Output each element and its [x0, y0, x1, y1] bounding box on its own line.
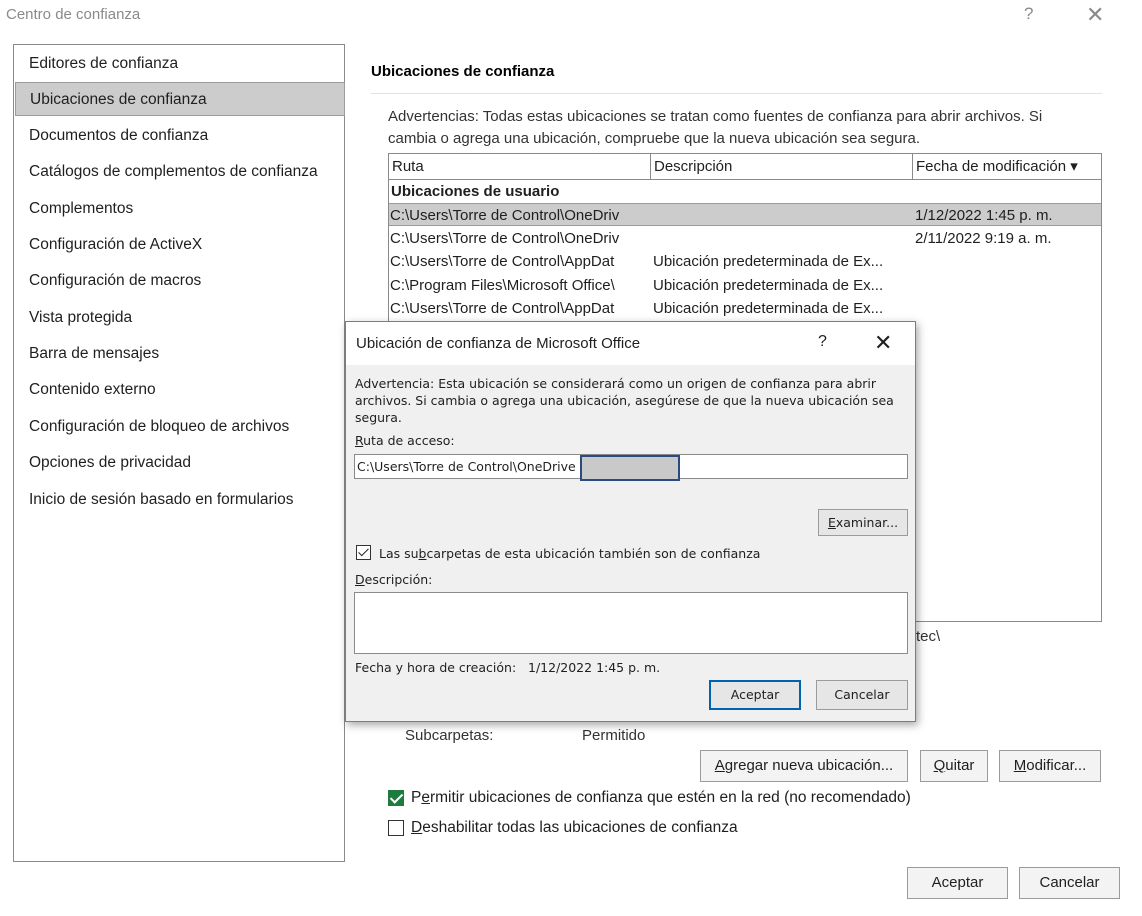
dialog-ok-button[interactable]: Aceptar: [709, 680, 801, 710]
help-icon[interactable]: ?: [1024, 4, 1033, 24]
modify-button[interactable]: Modificar...: [999, 750, 1101, 782]
group-label: Ubicaciones de usuario: [391, 183, 560, 200]
trusted-location-dialog: Ubicación de confianza de Microsoft Offi…: [345, 321, 916, 722]
sort-arrow-icon: ▾: [1070, 158, 1078, 175]
section-title: Ubicaciones de confianza: [371, 63, 555, 80]
dialog-cancel-button[interactable]: Cancelar: [816, 680, 908, 710]
sidebar-item-privacy[interactable]: Opciones de privacidad: [15, 446, 345, 480]
table-row[interactable]: C:\Users\Torre de Control\AppDat Ubicaci…: [389, 297, 1101, 320]
sidebar-item-trusted-locations[interactable]: Ubicaciones de confianza: [15, 82, 345, 116]
column-header-path[interactable]: Ruta: [389, 154, 651, 180]
sidebar-item-form-signin[interactable]: Inicio de sesión basado en formularios: [15, 483, 345, 517]
allow-network-label[interactable]: Permitir ubicaciones de confianza que es…: [411, 789, 911, 807]
subfolders-value: Permitido: [582, 727, 646, 744]
cell-path: C:\Users\Torre de Control\AppDat: [390, 300, 615, 317]
subfolders-label: Subcarpetas:: [405, 727, 494, 744]
cell-description: Ubicación predeterminada de Ex...: [653, 253, 884, 270]
add-location-button[interactable]: Agregar nueva ubicación...: [700, 750, 908, 782]
close-icon[interactable]: ✕: [1086, 2, 1104, 28]
created-value: 1/12/2022 1:45 p. m.: [528, 660, 661, 675]
warning-text: Advertencias: Todas estas ubicaciones se…: [388, 108, 1043, 147]
cell-date: 2/11/2022 9:19 a. m.: [915, 230, 1052, 247]
table-row[interactable]: C:\Users\Torre de Control\OneDriv 1/12/2…: [389, 203, 1101, 226]
cell-date: 1/12/2022 1:45 p. m.: [915, 207, 1053, 224]
description-label: Descripción:: [355, 572, 433, 587]
sidebar-item-trusted-addin-catalogs[interactable]: Catálogos de complementos de confianza: [15, 155, 345, 189]
description-textarea[interactable]: [354, 592, 908, 654]
path-label: Ruta de acceso:: [355, 433, 455, 448]
allow-network-checkbox[interactable]: [388, 790, 404, 806]
sidebar-item-file-block[interactable]: Configuración de bloqueo de archivos: [15, 410, 345, 444]
disable-all-checkbox[interactable]: [388, 820, 404, 836]
cell-description: Ubicación predeterminada de Ex...: [653, 300, 884, 317]
column-header-date[interactable]: Fecha de modificación ▾: [913, 154, 1101, 180]
remove-button[interactable]: Quitar: [920, 750, 988, 782]
section-divider: [371, 93, 1102, 94]
dialog-help-icon[interactable]: ?: [818, 333, 827, 351]
path-detail-fragment: tec\: [916, 628, 941, 645]
redacted-region: [580, 455, 680, 481]
table-row[interactable]: C:\Users\Torre de Control\OneDriv 2/11/2…: [389, 227, 1101, 250]
column-header-description[interactable]: Descripción: [651, 154, 913, 180]
dialog-title: Ubicación de confianza de Microsoft Offi…: [356, 335, 641, 352]
dialog-warning-line: archivos. Si cambia o agrega una ubicaci…: [355, 393, 894, 408]
sidebar-item-activex[interactable]: Configuración de ActiveX: [15, 228, 345, 262]
table-row[interactable]: C:\Users\Torre de Control\AppDat Ubicaci…: [389, 250, 1101, 273]
dialog-subfolders-checkbox[interactable]: [356, 545, 371, 560]
ok-button[interactable]: Aceptar: [907, 867, 1008, 899]
dialog-titlebar: Ubicación de confianza de Microsoft Offi…: [346, 322, 915, 365]
browse-button[interactable]: Examinar...: [818, 509, 908, 536]
cancel-button[interactable]: Cancelar: [1019, 867, 1120, 899]
sidebar: Editores de confianza Ubicaciones de con…: [13, 44, 345, 862]
dialog-close-icon[interactable]: ✕: [874, 330, 892, 356]
window-title: Centro de confianza: [6, 6, 141, 23]
cell-path: C:\Program Files\Microsoft Office\: [390, 277, 615, 294]
sidebar-item-trusted-documents[interactable]: Documentos de confianza: [15, 119, 345, 153]
dialog-warning-line: Advertencia: Esta ubicación se considera…: [355, 376, 877, 391]
cell-path: C:\Users\Torre de Control\OneDriv: [390, 230, 620, 247]
sidebar-item-trusted-publishers[interactable]: Editores de confianza: [15, 47, 345, 81]
sidebar-item-addins[interactable]: Complementos: [15, 192, 345, 226]
dialog-warning-line: segura.: [355, 410, 402, 425]
cell-path: C:\Users\Torre de Control\AppDat: [390, 253, 615, 270]
sidebar-item-macros[interactable]: Configuración de macros: [15, 264, 345, 298]
sidebar-item-protected-view[interactable]: Vista protegida: [15, 301, 345, 335]
created-label: Fecha y hora de creación:: [355, 660, 517, 675]
cell-path: C:\Users\Torre de Control\OneDriv: [390, 207, 620, 224]
disable-all-label[interactable]: Deshabilitar todas las ubicaciones de co…: [411, 819, 738, 837]
table-row[interactable]: C:\Program Files\Microsoft Office\ Ubica…: [389, 274, 1101, 297]
sidebar-item-external-content[interactable]: Contenido externo: [15, 373, 345, 407]
cell-description: Ubicación predeterminada de Ex...: [653, 277, 884, 294]
dialog-subfolders-label[interactable]: Las subcarpetas de esta ubicación tambié…: [379, 546, 760, 561]
sidebar-item-message-bar[interactable]: Barra de mensajes: [15, 337, 345, 371]
